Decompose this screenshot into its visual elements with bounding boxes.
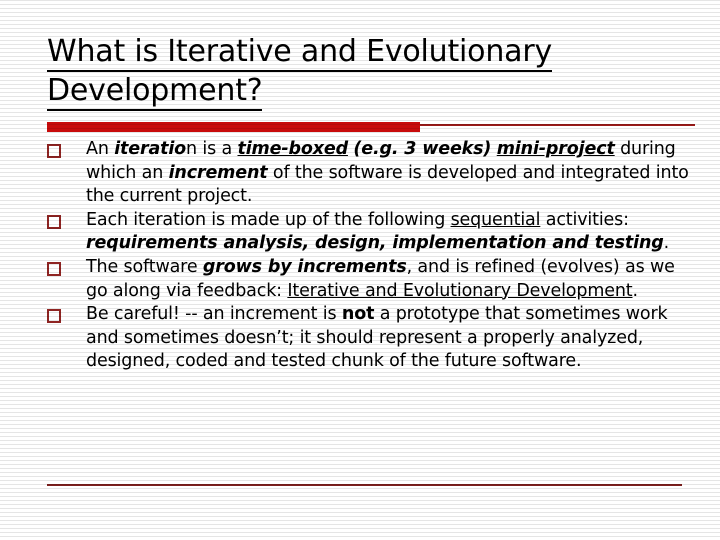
hollow-square-bullet-icon bbox=[47, 214, 61, 229]
slide-title-line-2: Development? bbox=[47, 71, 687, 111]
list-item-text: Be careful! -- an increment is not a pro… bbox=[86, 304, 668, 372]
hollow-square-bullet-icon bbox=[47, 261, 61, 276]
list-item: The software grows by increments, and is… bbox=[47, 256, 695, 303]
presentation-slide: What is Iterative and Evolutionary Devel… bbox=[0, 0, 720, 540]
footer-rule bbox=[47, 484, 682, 486]
slide-title: What is Iterative and Evolutionary Devel… bbox=[47, 32, 687, 111]
list-item-text: An iteration is a time-boxed (e.g. 3 wee… bbox=[86, 139, 689, 207]
slide-body-bullet-list: An iteration is a time-boxed (e.g. 3 wee… bbox=[47, 138, 695, 374]
list-item: An iteration is a time-boxed (e.g. 3 wee… bbox=[47, 138, 695, 209]
slide-title-line-1-text: What is Iterative and Evolutionary bbox=[47, 34, 552, 72]
list-item: Each iteration is made up of the followi… bbox=[47, 209, 695, 256]
slide-title-line-1: What is Iterative and Evolutionary bbox=[47, 32, 687, 72]
list-item-text: Each iteration is made up of the followi… bbox=[86, 209, 670, 254]
title-divider bbox=[47, 121, 695, 132]
hollow-square-bullet-icon bbox=[47, 144, 61, 158]
title-divider-thick-bar bbox=[47, 122, 420, 132]
list-item: Be careful! -- an increment is not a pro… bbox=[47, 303, 695, 374]
list-item-text: The software grows by increments, and is… bbox=[86, 256, 675, 301]
hollow-square-bullet-icon bbox=[47, 309, 61, 324]
slide-title-line-2-text: Development? bbox=[47, 73, 263, 111]
